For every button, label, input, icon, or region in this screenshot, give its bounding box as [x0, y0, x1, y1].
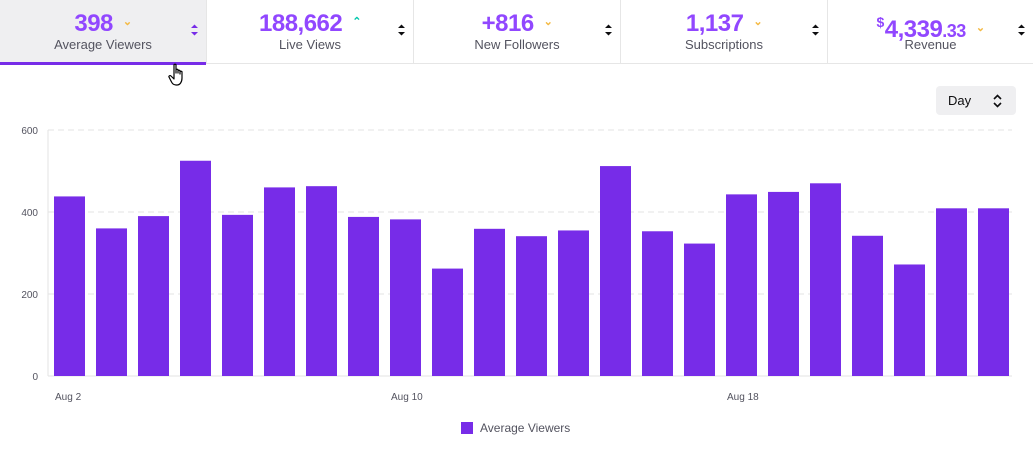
tab-revenue[interactable]: $4,339.33 ⌄ Revenue	[828, 0, 1033, 64]
bar[interactable]	[264, 187, 295, 376]
tab-value: +816 ⌄	[481, 10, 553, 37]
y-tick-label: 600	[21, 126, 38, 137]
tab-value: 1,137 ⌄	[685, 10, 763, 37]
trend-up-icon: ⌃	[352, 16, 361, 28]
bar[interactable]	[54, 196, 85, 376]
trend-down-icon: ⌄	[543, 16, 553, 28]
legend-label: Average Viewers	[480, 421, 571, 435]
bar[interactable]	[390, 219, 421, 376]
bar[interactable]	[852, 235, 883, 376]
tab-label: Live Views	[279, 37, 341, 52]
bar[interactable]	[894, 264, 925, 376]
period-select[interactable]: Day	[936, 86, 1016, 115]
sort-icon[interactable]	[811, 23, 820, 37]
x-tick-label: Aug 2	[55, 392, 82, 403]
bar[interactable]	[642, 231, 673, 376]
tab-label: Subscriptions	[684, 37, 764, 52]
tab-value: 188,662 ⌃	[259, 10, 361, 37]
y-tick-label: 200	[21, 290, 38, 301]
x-tick-label: Aug 18	[727, 392, 759, 403]
bar[interactable]	[684, 243, 715, 376]
tab-average-viewers[interactable]: 398 ⌄ Average Viewers	[0, 0, 207, 65]
bar[interactable]	[936, 208, 967, 376]
sort-icon[interactable]	[190, 23, 199, 37]
bar[interactable]	[810, 183, 841, 376]
tab-label: Average Viewers	[54, 37, 152, 52]
bar[interactable]	[558, 230, 589, 376]
tab-label: New Followers	[474, 37, 560, 52]
y-tick-label: 0	[32, 372, 38, 383]
stats-tabs: 398 ⌄ Average Viewers 188,662 ⌃ Live Views…	[0, 0, 1033, 65]
bar[interactable]	[978, 208, 1009, 376]
bar[interactable]	[306, 186, 337, 376]
tab-subscriptions[interactable]: 1,137 ⌄ Subscriptions	[621, 0, 828, 64]
bar[interactable]	[474, 228, 505, 376]
bar[interactable]	[726, 194, 757, 376]
bar[interactable]	[600, 166, 631, 376]
sort-icon[interactable]	[1017, 23, 1026, 37]
x-tick-label: Aug 10	[391, 392, 423, 403]
trend-down-icon: ⌄	[753, 16, 763, 28]
select-arrows-icon	[993, 94, 1002, 108]
tab-label: Revenue	[904, 37, 957, 52]
bar[interactable]	[138, 216, 169, 376]
period-select-value: Day	[948, 93, 972, 108]
y-tick-label: 400	[21, 208, 38, 219]
chart-legend[interactable]: Average Viewers	[461, 420, 570, 436]
bar[interactable]	[768, 191, 799, 376]
bar[interactable]	[516, 236, 547, 376]
bar[interactable]	[348, 216, 379, 376]
sort-icon[interactable]	[397, 23, 406, 37]
average-viewers-bar-chart: 0200400600Aug 2Aug 10Aug 18Aug 26	[21, 126, 1012, 403]
bar[interactable]	[96, 228, 127, 376]
hand-cursor-icon	[168, 63, 183, 86]
tab-new-followers[interactable]: +816 ⌄ New Followers	[414, 0, 621, 64]
tab-value: 398 ⌄	[74, 10, 132, 37]
legend-swatch	[461, 422, 473, 434]
bar[interactable]	[432, 268, 463, 376]
tab-live-views[interactable]: 188,662 ⌃ Live Views	[207, 0, 414, 64]
bar[interactable]	[180, 160, 211, 376]
bar[interactable]	[222, 214, 253, 376]
sort-icon[interactable]	[604, 23, 613, 37]
trend-down-icon: ⌄	[122, 16, 132, 28]
